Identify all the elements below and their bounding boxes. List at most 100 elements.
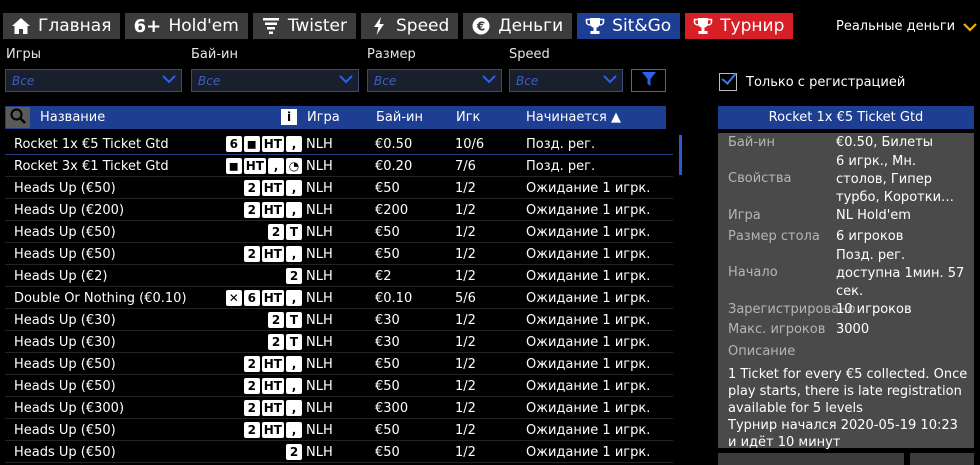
row-badges: 2 HT, (243, 400, 302, 416)
table-row[interactable]: Heads Up (€2) NLH €2 1/2 Ожидание 1 игрк. 2 (5, 265, 673, 287)
badge-icon: , (268, 158, 284, 174)
table-row[interactable]: Heads Up (€50) NLH €50 1/2 Ожидание 1 игрк. 2… (5, 375, 673, 397)
info-icon[interactable]: i (281, 109, 297, 125)
tab-label: Speed (396, 16, 450, 36)
detail-value: 6 игроков (836, 229, 904, 244)
row-players: 1/2 (455, 181, 476, 196)
filter-games-label: Игры (6, 47, 42, 62)
row-buyin: €50 (375, 181, 400, 196)
row-name: Heads Up (€30) (14, 335, 116, 350)
filter-games-select[interactable]: Все (5, 69, 182, 92)
row-starts: Ожидание 1 игрк. (526, 401, 651, 416)
row-players: 1/2 (455, 335, 476, 350)
row-name: Heads Up (€300) (14, 401, 125, 416)
row-starts: Позд. рег. (526, 137, 596, 152)
detail-title: Rocket 1x €5 Ticket Gtd (718, 106, 974, 129)
secondary-button[interactable] (910, 453, 974, 465)
tab-holdem[interactable]: 6+ Hold'em (125, 13, 248, 39)
row-players: 1/2 (455, 423, 476, 438)
tab-sitgo[interactable]: Sit&Go (577, 13, 681, 39)
row-name: Heads Up (€200) (14, 203, 125, 218)
column-players[interactable]: Игк (456, 110, 480, 125)
trophy-icon (585, 16, 605, 36)
row-starts: Ожидание 1 игрк. (526, 423, 651, 438)
detail-label: Описание (728, 344, 796, 359)
row-buyin: €50 (375, 247, 400, 262)
tab-speed[interactable]: Speed (361, 13, 459, 39)
tab-label: Twister (287, 16, 347, 36)
table-row[interactable]: Heads Up (€50) NLH €50 1/2 Ожидание 1 игрк. 2 (5, 441, 673, 463)
table-row[interactable]: Heads Up (€50) NLH €50 1/2 Ожидание 1 игрк. 2… (5, 353, 673, 375)
row-players: 1/2 (455, 379, 476, 394)
badge-icon: ✕ (225, 290, 242, 306)
badge-icon: T (286, 312, 302, 328)
row-badges: ✕ 6 HT, (225, 290, 302, 306)
row-buyin: €200 (375, 203, 409, 218)
table-row[interactable]: Heads Up (€30) NLH €30 1/2 Ожидание 1 игрк. 2… (5, 309, 673, 331)
row-game: NLH (306, 379, 333, 394)
detail-value: 3000 (836, 322, 870, 337)
scrollbar[interactable] (679, 135, 682, 175)
table-row[interactable]: Heads Up (€30) NLH €30 1/2 Ожидание 1 игрк. 2… (5, 331, 673, 353)
table-row[interactable]: Heads Up (€50) NLH €50 1/2 Ожидание 1 игрк. 2… (5, 419, 673, 441)
tournament-list: Rocket 1x €5 Ticket Gtd NLH €0.50 10/6 Позд.… (5, 133, 673, 463)
only-registering-checkbox[interactable] (719, 73, 737, 91)
real-money-dropdown[interactable]: Реальные деньги (836, 19, 977, 34)
row-name: Double Or Nothing (€0.10) (14, 291, 187, 306)
column-starts[interactable]: Начинается ▲ (526, 110, 621, 125)
column-game[interactable]: Игра (307, 110, 340, 125)
tab-money[interactable]: € Деньги (463, 13, 573, 39)
detail-label: Начало (728, 265, 778, 280)
badge-icon: , (286, 180, 302, 196)
table-row[interactable]: Heads Up (€50) NLH €50 1/2 Ожидание 1 игрк. 2… (5, 243, 673, 265)
filter-size-value: Все (374, 74, 397, 88)
column-name[interactable]: Название (40, 110, 105, 125)
row-players: 1/2 (455, 225, 476, 240)
row-players: 1/2 (455, 203, 476, 218)
row-buyin: €2 (375, 269, 392, 284)
tornado-icon (261, 16, 281, 36)
row-buyin: €50 (375, 357, 400, 372)
tab-twister[interactable]: Twister (252, 13, 356, 39)
row-badges: 2 HT, (243, 378, 302, 394)
table-row[interactable]: Heads Up (€50) NLH €50 1/2 Ожидание 1 игрк. 2… (5, 177, 673, 199)
table-row[interactable]: Rocket 3x €1 Ticket Gtd NLH €0.20 7/6 Позд. … (5, 155, 673, 177)
badge-icon: , (286, 356, 302, 372)
filter-buyin-select[interactable]: Все (191, 69, 359, 92)
row-players: 10/6 (455, 137, 485, 152)
badge-icon: , (286, 202, 302, 218)
row-game: NLH (306, 401, 333, 416)
table-row[interactable]: Double Or Nothing (€0.10) NLH €0.10 5/6 Ожид… (5, 287, 673, 309)
row-players: 1/2 (455, 269, 476, 284)
tab-home[interactable]: Главная (3, 13, 121, 39)
row-name: Rocket 3x €1 Ticket Gtd (14, 159, 169, 174)
register-button[interactable] (718, 453, 904, 465)
detail-label: Свойства (728, 171, 792, 186)
row-game: NLH (306, 247, 333, 262)
badge-icon: 2 (243, 180, 260, 196)
row-game: NLH (306, 203, 333, 218)
row-game: NLH (306, 313, 333, 328)
filter-button[interactable] (631, 69, 666, 92)
badge-icon: , (286, 136, 302, 152)
row-badges: 2T (268, 312, 302, 328)
badge-icon: HT (243, 158, 266, 174)
row-players: 1/2 (455, 247, 476, 262)
real-money-label: Реальные деньги (836, 19, 956, 34)
tab-label: Деньги (498, 16, 564, 36)
row-badges: 2 HT, (243, 202, 302, 218)
table-row[interactable]: Heads Up (€50) NLH €50 1/2 Ожидание 1 игрк. 2… (5, 221, 673, 243)
tab-tournament[interactable]: Турнир (685, 13, 794, 39)
filter-speed-select[interactable]: Все (509, 69, 623, 92)
table-row[interactable]: Rocket 1x €5 Ticket Gtd NLH €0.50 10/6 Позд.… (5, 133, 673, 155)
badge-icon: HT (261, 136, 284, 152)
detail-label: Размер стола (728, 229, 820, 244)
table-row[interactable]: Heads Up (€200) NLH €200 1/2 Ожидание 1 игрк… (5, 199, 673, 221)
badge-icon: HT (261, 290, 284, 306)
filter-size-select[interactable]: Все (367, 69, 502, 92)
table-row[interactable]: Heads Up (€300) NLH €300 1/2 Ожидание 1 игрк… (5, 397, 673, 419)
badge-icon: 2 (243, 202, 260, 218)
row-game: NLH (306, 137, 333, 152)
column-buyin[interactable]: Бай-ин (376, 110, 423, 125)
search-button[interactable] (6, 107, 30, 128)
